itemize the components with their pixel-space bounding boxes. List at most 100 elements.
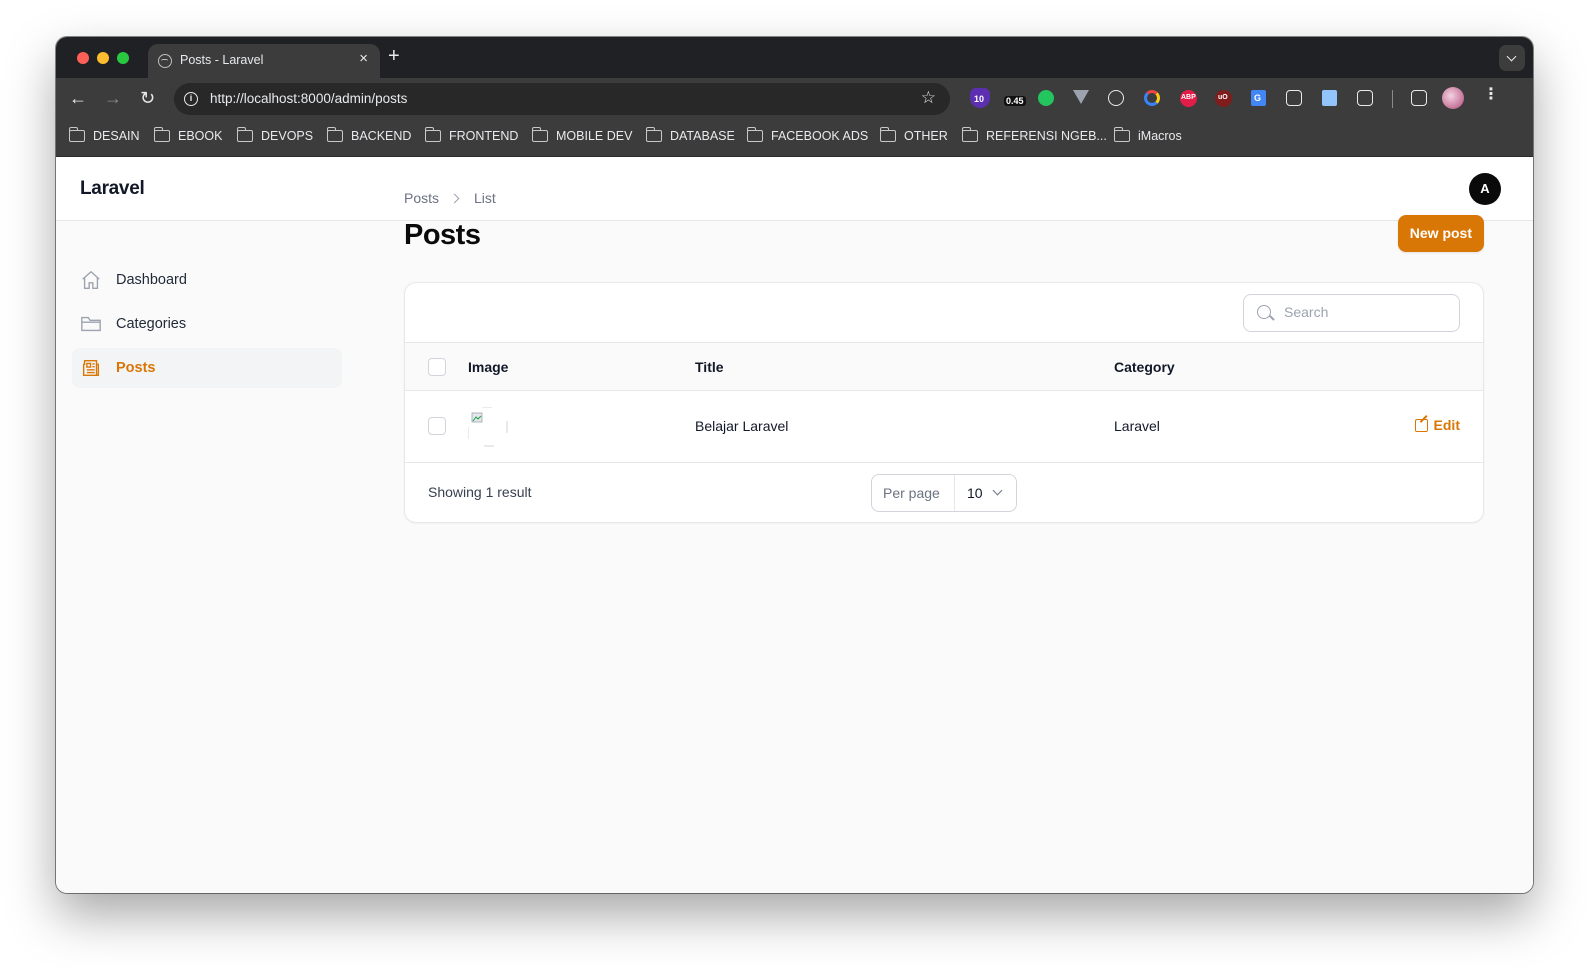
- folder-icon: [746, 127, 763, 142]
- folder-icon: [153, 127, 170, 142]
- bookmark-folder[interactable]: OTHER: [879, 127, 948, 143]
- brand-logo[interactable]: Laravel: [80, 178, 145, 200]
- url-text[interactable]: http://localhost:8000/admin/posts: [210, 91, 407, 106]
- sidebar-item-posts[interactable]: Posts: [72, 348, 342, 388]
- new-post-button[interactable]: New post: [1397, 215, 1484, 252]
- minimize-window-button[interactable]: [97, 52, 109, 64]
- bookmark-folder[interactable]: REFERENSI NGEB...: [961, 127, 1107, 143]
- forward-arrow-icon[interactable]: →: [104, 89, 122, 107]
- home-icon: [82, 270, 100, 289]
- edit-label: Edit: [1433, 417, 1460, 433]
- site-info-icon[interactable]: i: [184, 92, 198, 106]
- ublock-ext-icon[interactable]: uO: [1215, 90, 1232, 107]
- bookmark-folder[interactable]: FACEBOOK ADS: [746, 127, 869, 143]
- close-tab-icon[interactable]: ×: [359, 51, 368, 66]
- abp-ext-icon[interactable]: ABP: [1180, 90, 1197, 107]
- search-input[interactable]: [1284, 304, 1444, 320]
- sidebar-item-dashboard[interactable]: Dashboard: [72, 260, 342, 300]
- table-footer: Showing 1 result Per page 10: [405, 463, 1483, 522]
- per-page-label: Per page: [883, 485, 940, 501]
- column-header-image[interactable]: Image: [468, 359, 508, 375]
- extension-badge-text: 0.45: [1004, 96, 1026, 106]
- media-ext-icon[interactable]: [1411, 90, 1427, 106]
- extension-badge-text: uO: [1218, 94, 1228, 101]
- breadcrumb-posts[interactable]: Posts: [404, 190, 439, 206]
- globe-icon: [158, 54, 172, 68]
- table-header-bar: [405, 283, 1483, 343]
- bookmark-folder[interactable]: DEVOPS: [236, 127, 314, 143]
- edit-button[interactable]: Edit: [1414, 417, 1460, 433]
- chevron-down-icon: [992, 485, 1003, 496]
- profile-avatar[interactable]: [1442, 87, 1464, 109]
- counter-ext-icon[interactable]: 0.45: [1002, 88, 1030, 108]
- browser-menu-icon[interactable]: ⋮: [1483, 87, 1499, 103]
- tab-title: Posts - Laravel: [180, 53, 264, 67]
- address-bar[interactable]: i http://localhost:8000/admin/posts ☆: [174, 83, 950, 115]
- bookmark-label: OTHER: [904, 129, 948, 143]
- extension-badge-text: ABP: [1181, 94, 1196, 101]
- bookmark-star-icon[interactable]: ☆: [921, 88, 936, 108]
- react-ext-icon[interactable]: [1108, 90, 1124, 106]
- expand-ext-icon[interactable]: [1286, 90, 1302, 106]
- results-count: Showing 1 result: [428, 484, 532, 500]
- bookmark-folder[interactable]: DESAIN: [68, 127, 140, 143]
- folder-icon: [236, 127, 253, 142]
- bookmark-label: iMacros: [1138, 129, 1182, 143]
- folder-icon: [961, 127, 978, 142]
- bookmark-label: REFERENSI NGEB...: [986, 129, 1107, 143]
- sidebar-item-label: Dashboard: [116, 272, 187, 288]
- browser-tab[interactable]: Posts - Laravel ×: [148, 44, 380, 78]
- table-row[interactable]: Belajar Laravel Laravel Edit: [405, 391, 1483, 463]
- badge-10-ext-icon[interactable]: 10: [970, 88, 990, 108]
- per-page-select[interactable]: Per page 10: [871, 474, 1017, 512]
- docs-ext-icon[interactable]: [1322, 90, 1337, 106]
- sidebar: Dashboard Categories Posts: [72, 260, 342, 392]
- back-arrow-icon[interactable]: ←: [69, 89, 87, 107]
- bookmark-folder[interactable]: MOBILE DEV: [531, 127, 633, 143]
- table-head: Image Title Category: [405, 343, 1483, 391]
- search-field[interactable]: [1243, 294, 1460, 332]
- bookmarks-bar: DESAIN EBOOK DEVOPS BACKEND FRONTEND MOBILE D…: [56, 120, 1533, 157]
- row-title: Belajar Laravel: [695, 418, 789, 434]
- bookmark-label: FACEBOOK ADS: [771, 129, 869, 143]
- maximize-window-button[interactable]: [117, 52, 129, 64]
- puzzle-ext-icon[interactable]: [1357, 90, 1373, 106]
- translate-ext-icon[interactable]: G: [1251, 90, 1266, 106]
- color-ring-ext-icon[interactable]: [1144, 90, 1160, 106]
- broken-image-icon: [468, 407, 508, 447]
- sidebar-item-label: Posts: [116, 360, 156, 376]
- breadcrumb-list: List: [474, 190, 496, 206]
- bookmark-label: EBOOK: [178, 129, 223, 143]
- row-checkbox[interactable]: [428, 417, 446, 435]
- reload-icon[interactable]: ↻: [140, 89, 155, 107]
- browser-window: Posts - Laravel × + ← → ↻ i http://local…: [56, 37, 1533, 893]
- column-header-category[interactable]: Category: [1114, 359, 1175, 375]
- vue-ext-icon[interactable]: [1073, 90, 1089, 104]
- select-all-checkbox[interactable]: [428, 358, 446, 376]
- posts-table-card: Image Title Category Belajar Laravel: [404, 282, 1484, 523]
- folder-icon: [1113, 127, 1130, 142]
- sidebar-item-categories[interactable]: Categories: [72, 304, 342, 344]
- bookmark-folder[interactable]: EBOOK: [153, 127, 223, 143]
- edit-icon: [1414, 418, 1428, 432]
- bookmark-label: FRONTEND: [449, 129, 519, 143]
- close-window-button[interactable]: [77, 52, 89, 64]
- folder-icon: [531, 127, 548, 142]
- bookmark-folder[interactable]: DATABASE: [645, 127, 735, 143]
- bookmark-folder[interactable]: iMacros: [1113, 127, 1182, 143]
- toolbar-divider: [1392, 90, 1393, 108]
- chevron-right-icon: [449, 193, 460, 203]
- green-dot-ext-icon[interactable]: [1038, 90, 1054, 106]
- folder-icon: [326, 127, 343, 142]
- bookmark-folder[interactable]: BACKEND: [326, 127, 411, 143]
- extension-badge-text: 10: [974, 94, 985, 104]
- tab-search-button[interactable]: [1499, 45, 1525, 71]
- new-tab-button[interactable]: +: [388, 46, 400, 66]
- per-page-value[interactable]: 10: [967, 485, 983, 501]
- bookmark-folder[interactable]: FRONTEND: [424, 127, 519, 143]
- bookmark-label: DEVOPS: [261, 129, 314, 143]
- newspaper-icon: [82, 359, 100, 377]
- bookmark-label: MOBILE DEV: [556, 129, 633, 143]
- column-header-title[interactable]: Title: [695, 359, 724, 375]
- user-avatar[interactable]: A: [1469, 173, 1501, 205]
